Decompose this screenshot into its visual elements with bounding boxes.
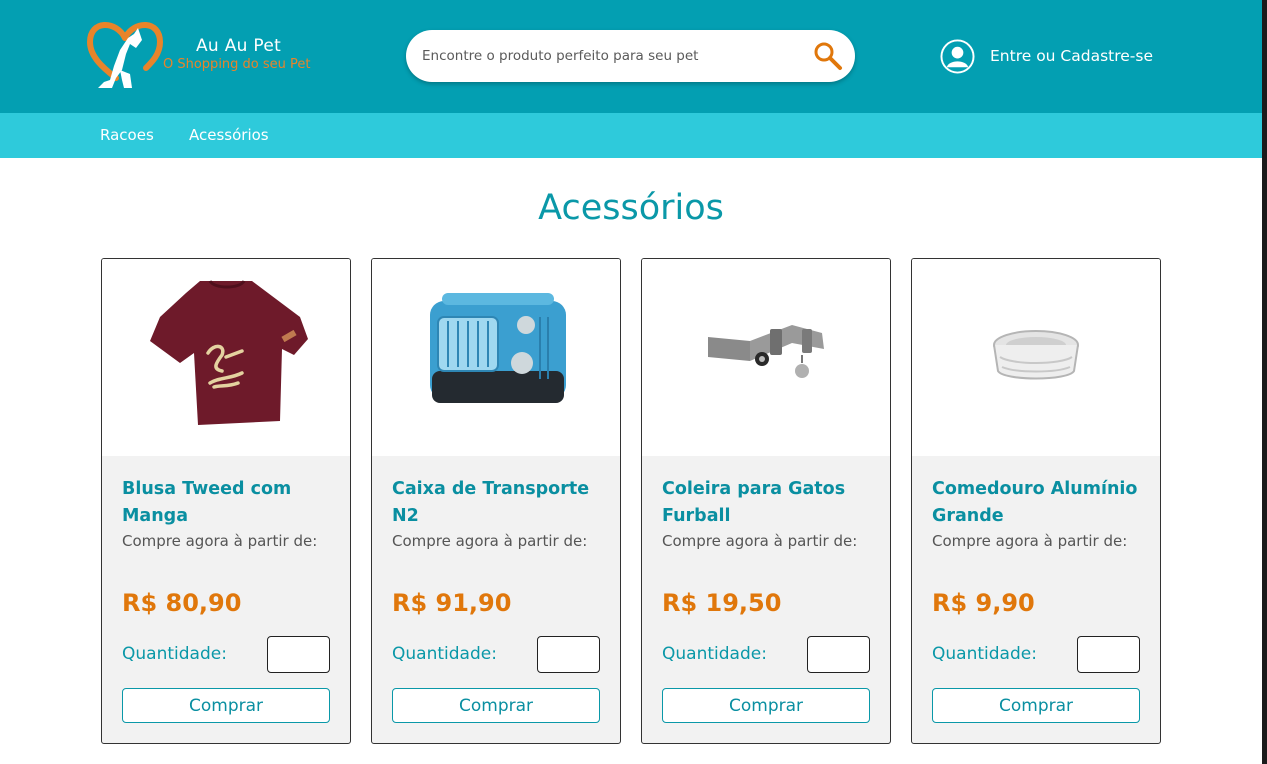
quantity-input[interactable] xyxy=(267,636,330,673)
product-name[interactable]: Comedouro Alumínio Grande xyxy=(932,476,1147,530)
price-from-label: Compre agora à partir de: xyxy=(662,532,858,550)
product-price: R$ 80,90 xyxy=(122,589,242,617)
quantity-input[interactable] xyxy=(807,636,870,673)
product-image[interactable] xyxy=(102,259,350,456)
product-name[interactable]: Caixa de Transporte N2 xyxy=(392,476,607,530)
product-card: Blusa Tweed com Manga Compre agora à par… xyxy=(101,258,351,744)
product-name[interactable]: Blusa Tweed com Manga xyxy=(122,476,337,530)
price-from-label: Compre agora à partir de: xyxy=(122,532,318,550)
category-nav: Racoes Acessórios xyxy=(0,113,1262,158)
product-image[interactable] xyxy=(912,259,1160,456)
quantity-input[interactable] xyxy=(1077,636,1140,673)
product-name[interactable]: Coleira para Gatos Furball xyxy=(662,476,877,530)
login-register-link[interactable]: Entre ou Cadastre-se xyxy=(940,38,1153,74)
price-from-label: Compre agora à partir de: xyxy=(932,532,1128,550)
site-header: Au Au Pet O Shopping do seu Pet Entre ou… xyxy=(0,0,1262,113)
quantity-label: Quantidade: xyxy=(932,644,1037,664)
product-price: R$ 91,90 xyxy=(392,589,512,617)
product-image[interactable] xyxy=(642,259,890,456)
product-price: R$ 9,90 xyxy=(932,589,1035,617)
brand-tagline: O Shopping do seu Pet xyxy=(163,57,311,72)
brand-name: Au Au Pet xyxy=(196,36,282,56)
dog-heart-logo-icon[interactable] xyxy=(86,18,164,92)
product-image[interactable] xyxy=(372,259,620,456)
search-button[interactable] xyxy=(812,40,844,72)
page-title: Acessórios xyxy=(538,188,724,228)
buy-button[interactable]: Comprar xyxy=(932,688,1140,723)
page-scrollbar[interactable] xyxy=(1262,0,1267,764)
user-account-icon xyxy=(940,38,975,74)
feeding-bowl-image xyxy=(993,330,1079,380)
product-card: Caixa de Transporte N2 Compre agora à pa… xyxy=(371,258,621,744)
buy-button[interactable]: Comprar xyxy=(392,688,600,723)
nav-item-acessorios[interactable]: Acessórios xyxy=(189,126,269,144)
quantity-label: Quantidade: xyxy=(122,644,227,664)
search-input[interactable] xyxy=(422,30,812,82)
buy-button[interactable]: Comprar xyxy=(662,688,870,723)
login-register-label: Entre ou Cadastre-se xyxy=(990,47,1154,65)
quantity-input[interactable] xyxy=(537,636,600,673)
search-bar xyxy=(406,30,855,82)
nav-item-racoes[interactable]: Racoes xyxy=(100,126,154,144)
product-card: Comedouro Alumínio Grande Compre agora à… xyxy=(911,258,1161,744)
quantity-label: Quantidade: xyxy=(392,644,497,664)
price-from-label: Compre agora à partir de: xyxy=(392,532,588,550)
pet-carrier-image xyxy=(430,293,566,403)
product-card: Coleira para Gatos Furball Compre agora … xyxy=(641,258,891,744)
product-price: R$ 19,50 xyxy=(662,589,782,617)
shirt-image xyxy=(150,279,308,425)
cat-collar-image xyxy=(708,325,824,378)
search-icon xyxy=(814,42,842,70)
buy-button[interactable]: Comprar xyxy=(122,688,330,723)
quantity-label: Quantidade: xyxy=(662,644,767,664)
